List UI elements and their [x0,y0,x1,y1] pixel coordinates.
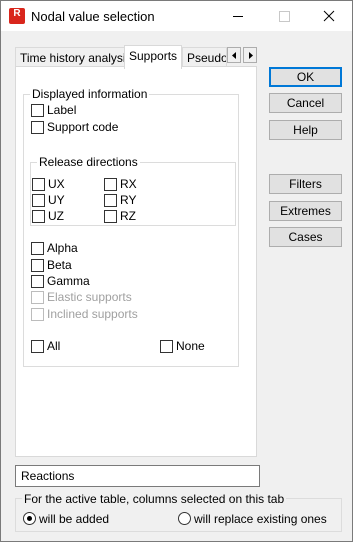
group-title: For the active table, columns selected o… [22,492,287,506]
checkbox-label: Inclined supports [47,307,138,321]
checkbox-label: UZ [48,209,64,223]
window-title: Nodal value selection [31,9,155,24]
minimize-button[interactable] [215,1,261,31]
close-icon [323,10,335,22]
reactions-field[interactable]: Reactions [15,465,260,487]
checkbox-label: RX [120,177,137,191]
checkbox-box[interactable] [31,121,44,134]
checkbox-box[interactable] [31,275,44,288]
supports-tab-panel: Displayed information Label Support code… [15,66,257,457]
checkbox-box[interactable] [32,210,45,223]
checkbox-label: Beta [47,258,72,272]
group-title: Displayed information [30,87,150,101]
checkbox-label: UY [48,193,65,207]
tab-label: Supports [129,49,178,63]
filters-button[interactable]: Filters [269,174,342,194]
help-button[interactable]: Help [269,120,342,140]
columns-mode-group: For the active table, columns selected o… [15,492,342,532]
checkbox-box[interactable] [32,178,45,191]
tab-scroll-right-button[interactable] [243,47,257,63]
chevron-left-icon [232,52,236,59]
checkbox-label: Alpha [47,241,78,255]
checkbox-box [31,291,44,304]
tab-strip: Time history analysis Supports Pseudos [15,45,258,69]
close-button[interactable] [306,1,352,31]
checkbox-box[interactable] [32,194,45,207]
cases-button[interactable]: Cases [269,227,342,247]
checkbox-box[interactable] [31,340,44,353]
checkbox-box[interactable] [160,340,173,353]
checkbox-label: UX [48,177,65,191]
tab-scroll-left-button[interactable] [227,47,241,63]
tab-time-history-analysis[interactable]: Time history analysis [15,47,125,68]
checkbox-box[interactable] [104,210,117,223]
radio-button[interactable] [178,512,191,525]
group-title: Release directions [37,155,140,169]
tab-label: Time history analysis [20,51,125,65]
checkbox-label: Label [47,103,77,117]
checkbox-box[interactable] [104,178,117,191]
tab-pseudos[interactable]: Pseudos [182,47,227,68]
checkbox-label: Gamma [47,274,90,288]
radio-label: will replace existing ones [194,512,327,526]
checkbox-box[interactable] [31,242,44,255]
radio-label: will be added [39,512,110,526]
checkbox-label: Elastic supports [47,290,132,304]
release-directions-group: Release directions UX RX UY RY UZ RZ [30,155,236,226]
radio-button[interactable] [23,512,36,525]
ok-button[interactable]: OK [269,67,342,87]
chevron-right-icon [249,52,253,59]
app-icon-letter: R [13,8,21,19]
reactions-field-value: Reactions [21,469,75,483]
maximize-button [261,1,307,31]
checkbox-box [31,308,44,321]
checkbox-label: RZ [120,209,136,223]
displayed-information-group: Displayed information Label Support code… [23,87,239,367]
extremes-button[interactable]: Extremes [269,201,342,221]
checkbox-label: Support code [47,120,119,134]
checkbox-box[interactable] [31,259,44,272]
checkbox-label: All [47,339,61,353]
cancel-button[interactable]: Cancel [269,93,342,113]
checkbox-box[interactable] [104,194,117,207]
checkbox-label: RY [120,193,137,207]
tab-label: Pseudos [187,51,226,65]
checkbox-label: None [176,339,205,353]
tab-supports[interactable]: Supports [124,45,182,69]
app-icon: R [9,8,25,24]
title-bar: R Nodal value selection [1,1,352,31]
dialog-window: R Nodal value selection Time history ana… [0,0,353,542]
checkbox-box[interactable] [31,104,44,117]
